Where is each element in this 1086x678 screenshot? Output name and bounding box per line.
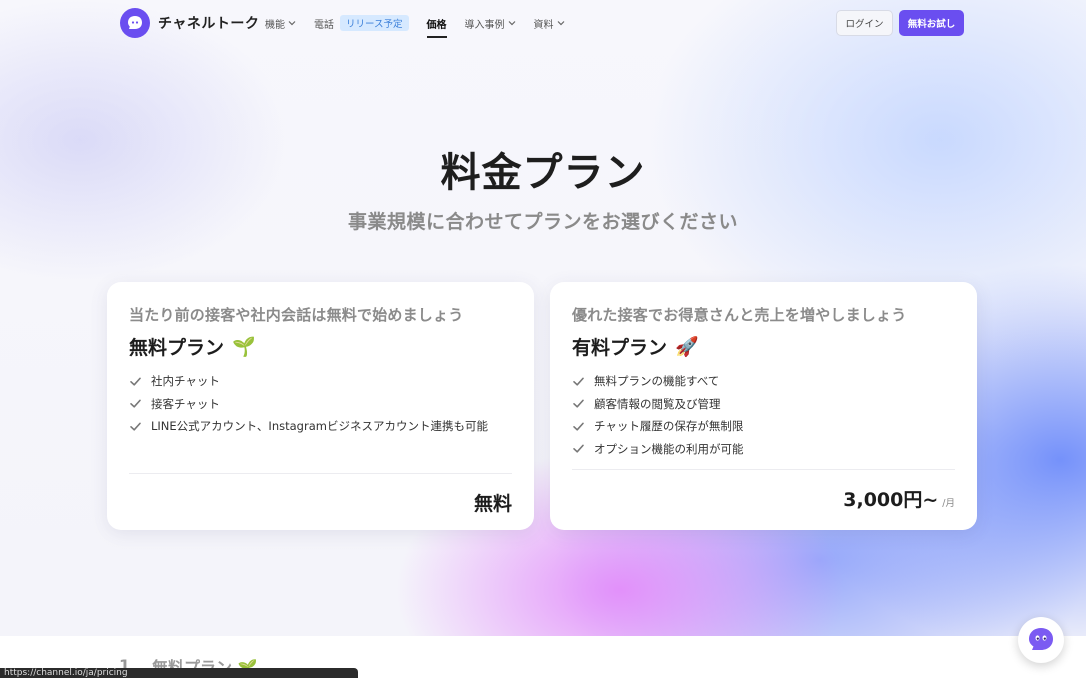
chevron-down-icon (557, 18, 565, 29)
site-header: チャネルトーク 機能 電話 リリース予定 価格 導入事例 資料 ログイン 無料お… (0, 0, 1086, 46)
nav-item-case-studies[interactable]: 導入事例 (465, 14, 516, 32)
divider (572, 469, 955, 470)
login-button[interactable]: ログイン (836, 10, 893, 36)
page-subtitle: 事業規模に合わせてプランをお選びください (347, 211, 738, 233)
nav-label: 電話 (314, 19, 334, 31)
chevron-down-icon (288, 18, 296, 29)
price-period: /月 (942, 498, 955, 509)
list-item: 無料プランの機能すべて (572, 370, 955, 393)
plan-name-text: 無料プラン (129, 337, 225, 359)
logo-text: チャネルトーク (158, 16, 260, 32)
check-icon (130, 399, 141, 408)
check-icon (573, 399, 584, 408)
nav-label: 機能 (265, 19, 285, 31)
plan-tagline: 優れた接客でお得意さんと売上を増やしましょう (572, 306, 907, 324)
nav-item-features[interactable]: 機能 (265, 14, 296, 32)
check-icon (130, 377, 141, 386)
list-item: 社内チャット (129, 370, 512, 393)
plan-price: 無料 (473, 493, 512, 515)
chat-bubble-icon (120, 8, 150, 38)
feature-text: 社内チャット (151, 374, 220, 389)
list-item: LINE公式アカウント、Instagramビジネスアカウント連携も可能 (129, 415, 512, 438)
logo[interactable]: チャネルトーク (120, 8, 259, 38)
check-icon (573, 444, 584, 453)
plan-name-text: 有料プラン (572, 337, 668, 359)
plan-card-paid: 優れた接客でお得意さんと売上を増やしましょう 有料プラン 🚀 無料プランの機能す… (550, 282, 977, 530)
page-title: 料金プラン (440, 150, 646, 196)
feature-text: LINE公式アカウント、Instagramビジネスアカウント連携も可能 (151, 419, 488, 434)
release-badge: リリース予定 (340, 15, 409, 31)
chat-character-icon (1029, 628, 1053, 650)
plan-card-free: 当たり前の接客や社内会話は無料で始めましょう 無料プラン 🌱 社内チャット 接客… (107, 282, 534, 530)
rocket-icon: 🚀 (675, 336, 699, 358)
nav-label: 資料 (533, 19, 554, 31)
nav-item-phone[interactable]: 電話 リリース予定 (314, 14, 409, 32)
feature-text: チャット履歴の保存が無制限 (594, 419, 744, 434)
free-trial-button[interactable]: 無料お試し (899, 10, 964, 36)
list-item: チャット履歴の保存が無制限 (572, 415, 955, 438)
feature-text: 接客チャット (151, 396, 220, 411)
divider (129, 473, 512, 474)
feature-text: 無料プランの機能すべて (594, 374, 720, 389)
feature-list: 無料プランの機能すべて 顧客情報の閲覧及び管理 チャット履歴の保存が無制限 オプ… (572, 370, 955, 460)
price-row: 3,000円~ /月 (843, 485, 955, 512)
feature-text: 顧客情報の閲覧及び管理 (594, 396, 721, 411)
plan-name: 有料プラン 🚀 (572, 333, 955, 360)
list-item: 接客チャット (129, 393, 512, 416)
plan-tagline: 当たり前の接客や社内会話は無料で始めましょう (129, 306, 464, 324)
feature-list: 社内チャット 接客チャット LINE公式アカウント、Instagramビジネスア… (129, 370, 512, 438)
nav-item-resources[interactable]: 資料 (534, 14, 565, 32)
nav-label: 導入事例 (464, 19, 505, 31)
chevron-down-icon (508, 18, 516, 29)
chat-launcher-button[interactable] (1018, 617, 1064, 663)
plan-name: 無料プラン 🌱 (129, 333, 512, 360)
nav-item-pricing[interactable]: 価格 (426, 14, 447, 38)
seedling-icon: 🌱 (232, 336, 256, 358)
main-nav: 機能 電話 リリース予定 価格 導入事例 資料 (265, 14, 583, 38)
nav-label: 価格 (426, 19, 447, 31)
price-row: 無料 (474, 489, 512, 516)
check-icon (573, 422, 584, 431)
browser-status-url: https://channel.io/ja/pricing (0, 668, 358, 678)
feature-text: オプション機能の利用が可能 (594, 441, 744, 456)
list-item: オプション機能の利用が可能 (572, 438, 955, 461)
plan-price: 3,000円~ (843, 489, 939, 511)
list-item: 顧客情報の閲覧及び管理 (572, 393, 955, 416)
check-icon (130, 422, 141, 431)
check-icon (573, 377, 584, 386)
